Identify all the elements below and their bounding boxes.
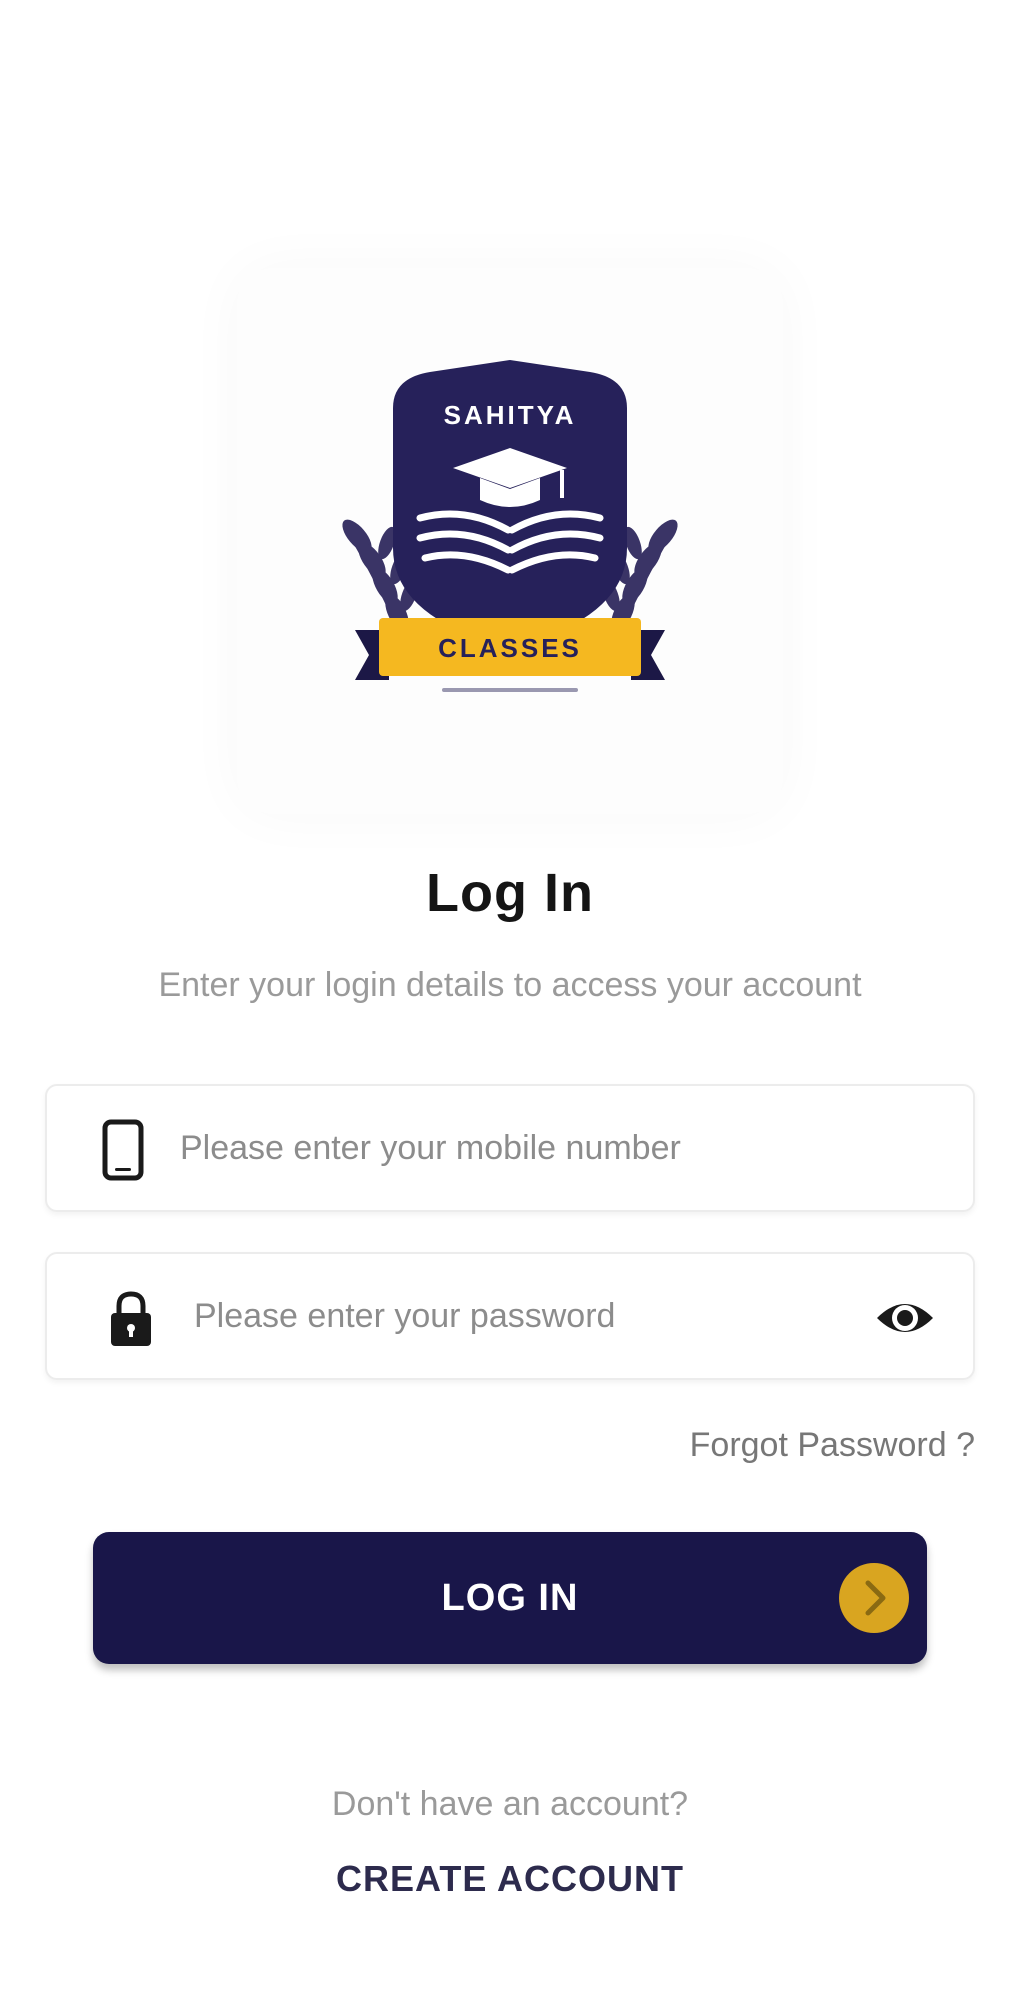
logo-tagline-line [442, 688, 578, 692]
logo-card: SAHITYA CLASSES [237, 268, 783, 814]
create-account-link[interactable]: CREATE ACCOUNT [0, 1858, 1020, 1900]
forgot-password-link[interactable]: Forgot Password ? [690, 1426, 975, 1465]
mobile-number-field[interactable] [45, 1084, 975, 1212]
lock-icon [111, 1291, 151, 1346]
login-arrow-badge [839, 1563, 909, 1633]
smartphone-icon [102, 1119, 144, 1181]
page-subtitle: Enter your login details to access your … [158, 966, 862, 1004]
logo-banner-text: CLASSES [438, 633, 582, 663]
login-button[interactable]: LOG IN [93, 1532, 927, 1664]
sahitya-classes-logo: SAHITYA CLASSES [342, 360, 678, 692]
password-field[interactable] [45, 1252, 975, 1380]
chevron-right-icon [865, 1580, 886, 1616]
mobile-number-input[interactable] [180, 1116, 940, 1180]
eye-icon[interactable] [873, 1288, 937, 1348]
logo-top-text: SAHITYA [444, 400, 577, 430]
login-button-label: LOG IN [441, 1577, 579, 1619]
password-input[interactable] [194, 1284, 874, 1348]
no-account-prompt: Don't have an account? [331, 1785, 689, 1823]
login-screen: SAHITYA CLASSES Log In Enter your login … [0, 0, 1020, 1999]
page-title: Log In [426, 863, 594, 923]
